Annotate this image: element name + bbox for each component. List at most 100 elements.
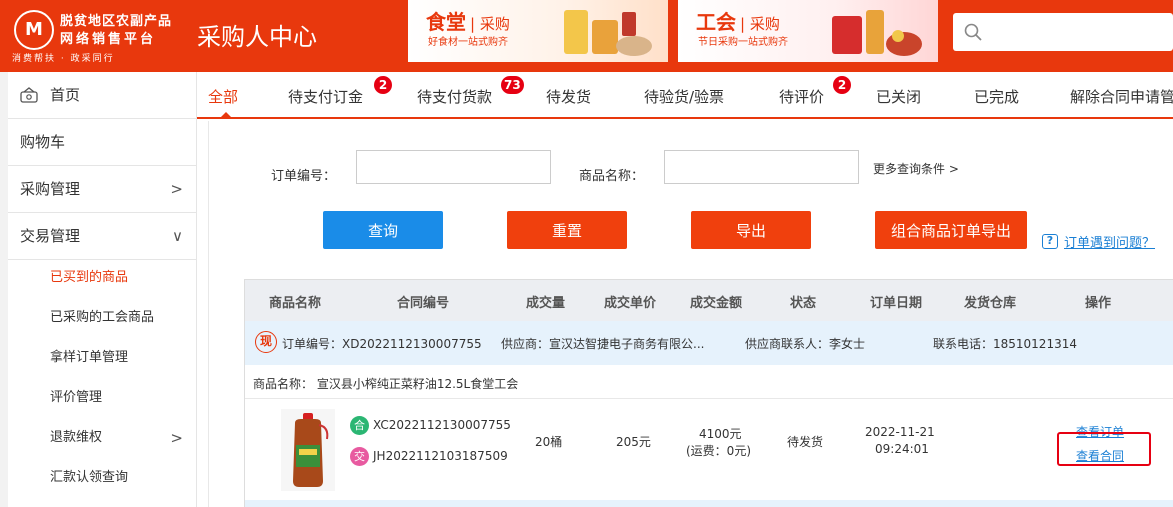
query-button[interactable]: 查询 [323, 211, 443, 249]
row-divider [245, 500, 1173, 507]
main-panel: 全部 待支付订金 2 待支付货款 73 待发货 待验货/验票 待评价 2 已关闭… [197, 72, 1173, 507]
sidebar-sub-purchased-goods[interactable]: 已买到的商品 [8, 258, 197, 298]
supplier-contact: 供应商联系人：李女士 [745, 337, 866, 351]
col-actions: 操作 [1085, 296, 1112, 311]
count-badge: 73 [501, 76, 524, 94]
export-button[interactable]: 导出 [691, 211, 811, 249]
tab-pending-deposit[interactable]: 待支付订金 2 [288, 76, 392, 107]
page-title: 采购人中心 [197, 23, 317, 51]
col-product-name: 商品名称 [269, 296, 322, 311]
order-summary-row: 现 订单编号：XD2022112130007755 供应商：宣汉达智捷电子商务有… [245, 321, 1173, 365]
delivery-number: JH2022112103187509 [373, 449, 508, 463]
sidebar: 首页 购物车 采购管理 > 交易管理 ∨ 已买到的商品 已采购的工会商品 拿样订… [8, 72, 197, 507]
chevron-right-icon: > [170, 429, 183, 447]
order-number: 订单编号：XD2022112130007755 [282, 337, 482, 351]
product-name-input[interactable] [664, 150, 859, 184]
order-status-tabs: 全部 待支付订金 2 待支付货款 73 待发货 待验货/验票 待评价 2 已关闭… [197, 72, 1173, 119]
search-box[interactable] [953, 13, 1173, 51]
banner-desc: 好食材一站式购齐 [428, 37, 508, 48]
combo-export-button[interactable]: 组合商品订单导出 [875, 211, 1027, 249]
sidebar-sub-label: 退款维权 [50, 430, 103, 445]
sidebar-item-label: 首页 [50, 86, 81, 104]
sidebar-sub-sample-orders[interactable]: 拿样订单管理 [8, 338, 197, 378]
tab-label: 待支付订金 [288, 88, 364, 106]
sidebar-item-purchase-management[interactable]: 采购管理 > [8, 166, 197, 213]
col-status: 状态 [790, 296, 817, 311]
more-filters-link[interactable]: 更多查询条件 > [873, 160, 959, 177]
logo-slogan: 消费帮扶 · 政采同行 [12, 54, 115, 64]
sidebar-item-trade-management[interactable]: 交易管理 ∨ [8, 213, 197, 260]
sidebar-sub-remittance[interactable]: 汇款认领查询 [8, 458, 197, 498]
col-unit-price: 成交单价 [604, 296, 657, 311]
quantity-cell: 20桶 [535, 435, 563, 449]
logo-emblem-icon: M [14, 10, 54, 50]
amount-cell: 4100元 [699, 427, 742, 441]
sidebar-item-label: 采购管理 [20, 180, 81, 198]
delivery-tag-icon: 交 [350, 447, 369, 466]
tab-pending-review[interactable]: 待评价 2 [779, 76, 851, 107]
active-tab-indicator [221, 112, 231, 117]
banner-title: 食堂 [426, 10, 466, 34]
tab-label: 待评价 [779, 88, 825, 106]
reset-button[interactable]: 重置 [507, 211, 627, 249]
sidebar-item-label: 交易管理 [20, 227, 81, 245]
chevron-right-icon: > [170, 180, 183, 198]
sidebar-item-home[interactable]: 首页 [8, 72, 197, 119]
tab-all[interactable]: 全部 [208, 86, 238, 107]
order-no-input[interactable] [356, 150, 551, 184]
count-badge: 2 [833, 76, 851, 94]
help-link-text: 订单遇到问题？ [1064, 236, 1156, 251]
product-name-row: 商品名称： 宣汉县小榨纯正菜籽油12.5L食堂工会 [245, 365, 1173, 399]
freight-cell: (运费：0元) [686, 444, 751, 458]
order-help-link[interactable]: ? 订单遇到问题？ [1042, 232, 1155, 251]
top-header: M 脱贫地区农副产品 网络销售平台 消费帮扶 · 政采同行 采购人中心 食堂 | … [0, 0, 1173, 72]
col-warehouse: 发货仓库 [964, 296, 1017, 311]
order-table: 商品名称 合同编号 成交量 成交单价 成交金额 状态 订单日期 发货仓库 操作 … [244, 279, 1173, 507]
table-row: 合 XC2022112130007755 交 JH202211210318750… [245, 399, 1173, 500]
canteen-banner[interactable]: 食堂 | 采购 好食材一站式购齐 [408, 0, 668, 62]
help-icon: ? [1042, 234, 1058, 249]
time-cell: 09:24:01 [875, 442, 929, 456]
home-icon [20, 87, 38, 103]
search-input[interactable] [991, 19, 1161, 45]
banner-sub: | 采购 [740, 15, 780, 33]
sidebar-sub-union-goods[interactable]: 已采购的工会商品 [8, 298, 197, 338]
col-contract-no: 合同编号 [397, 296, 450, 311]
col-order-date: 订单日期 [870, 296, 923, 311]
banner-title: 工会 [696, 10, 736, 34]
supplier-name: 供应商：宣汉达智捷电子商务有限公... [501, 337, 705, 351]
logo-line-2: 网络销售平台 [60, 32, 157, 47]
tab-pending-shipment[interactable]: 待发货 [546, 86, 591, 107]
platform-logo[interactable]: M 脱贫地区农副产品 网络销售平台 消费帮扶 · 政采同行 [10, 8, 180, 64]
sidebar-sub-reviews[interactable]: 评价管理 [8, 378, 197, 418]
banner-desc: 节日采购一站式购齐 [698, 37, 788, 48]
contract-tag-icon: 合 [350, 416, 369, 435]
count-badge: 2 [374, 76, 392, 94]
tab-contract-termination[interactable]: 解除合同申请管 [1070, 86, 1173, 107]
groceries-image [564, 10, 652, 56]
order-no-label: 订单编号： [271, 169, 337, 184]
banner-sub: | 采购 [470, 15, 510, 33]
contract-number: XC2022112130007755 [373, 418, 511, 432]
table-header: 商品名称 合同编号 成交量 成交单价 成交金额 状态 订单日期 发货仓库 操作 [245, 280, 1173, 321]
tab-pending-payment[interactable]: 待支付货款 73 [417, 76, 524, 107]
sidebar-item-label: 购物车 [20, 133, 66, 151]
search-icon[interactable] [963, 22, 983, 42]
col-quantity: 成交量 [526, 296, 566, 311]
logo-line-1: 脱贫地区农副产品 [60, 14, 173, 29]
chevron-down-icon: ∨ [172, 227, 183, 245]
sidebar-item-cart[interactable]: 购物车 [8, 119, 197, 166]
highlight-annotation [1057, 432, 1151, 466]
tab-label: 待支付货款 [417, 88, 493, 106]
tab-completed[interactable]: 已完成 [974, 86, 1019, 107]
tab-pending-inspection[interactable]: 待验货/验票 [644, 86, 724, 107]
gift-basket-image [832, 10, 922, 56]
oil-bottle-image[interactable] [281, 409, 335, 491]
sidebar-sub-refunds[interactable]: 退款维权 > [8, 418, 197, 458]
col-amount: 成交金额 [690, 296, 743, 311]
union-banner[interactable]: 工会 | 采购 节日采购一站式购齐 [678, 0, 938, 62]
supplier-phone: 联系电话：18510121314 [933, 337, 1077, 351]
tab-closed[interactable]: 已关闭 [876, 86, 921, 107]
status-cell: 待发货 [787, 435, 824, 449]
product-name-label: 商品名称： [579, 169, 645, 184]
